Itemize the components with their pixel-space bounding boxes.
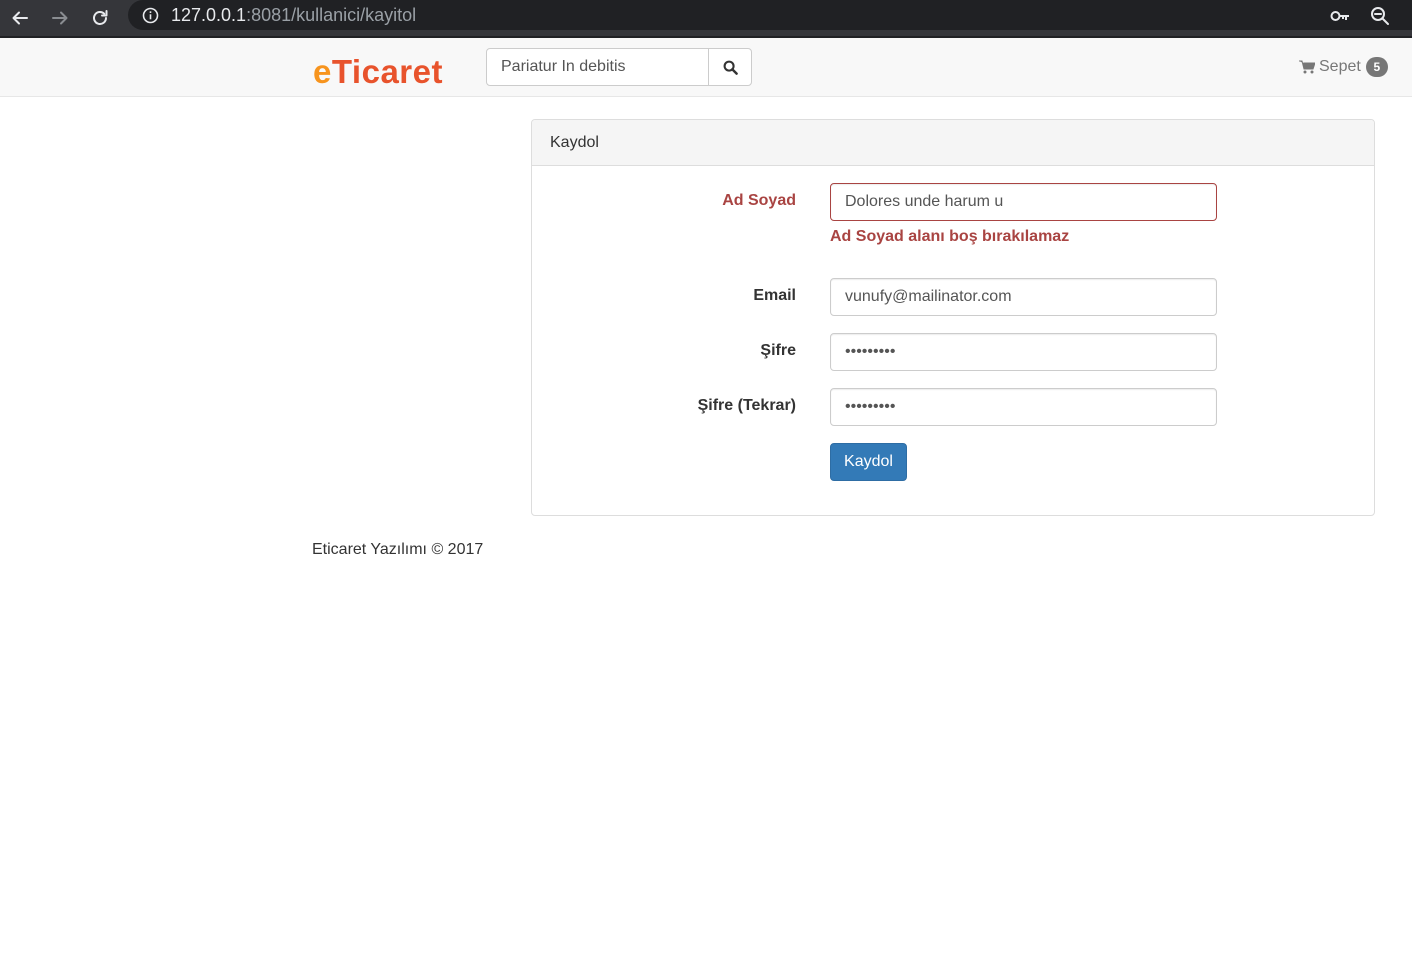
cart-icon	[1299, 60, 1315, 74]
password-field[interactable]: •••••••••	[830, 333, 1217, 371]
reload-icon[interactable]	[87, 5, 113, 31]
browser-toolbar: 127.0.0.1:8081/kullanici/kayitol	[0, 0, 1412, 38]
email-label: Email	[753, 287, 796, 304]
brand-logo[interactable]: eTicaret	[313, 52, 443, 92]
panel-title: Kaydol	[532, 120, 1374, 166]
email-field[interactable]: vunufy@mailinator.com	[830, 278, 1217, 316]
cart-label: Sepet	[1319, 58, 1361, 75]
info-icon[interactable]	[142, 7, 159, 24]
cart-link[interactable]: Sepet 5	[1299, 56, 1388, 78]
back-icon[interactable]	[7, 5, 33, 31]
footer-text: Eticaret Yazılımı © 2017	[312, 541, 484, 558]
forward-icon[interactable]	[47, 5, 73, 31]
url-text: 127.0.0.1:8081/kullanici/kayitol	[171, 5, 417, 25]
address-bar[interactable]: 127.0.0.1:8081/kullanici/kayitol	[128, 0, 1412, 30]
zoom-icon[interactable]	[1369, 5, 1391, 27]
search-button[interactable]	[708, 48, 752, 86]
register-panel: Kaydol Ad Soyad Dolores unde harum u Ad …	[531, 119, 1375, 516]
search-input[interactable]: Pariatur In debitis	[486, 48, 709, 86]
name-field[interactable]: Dolores unde harum u	[830, 183, 1217, 221]
password-label: Şifre	[760, 342, 796, 359]
key-icon[interactable]	[1329, 5, 1351, 27]
site-navbar: eTicaret Pariatur In debitis Sepet 5	[0, 38, 1412, 97]
cart-count-badge: 5	[1365, 57, 1388, 77]
password-repeat-label: Şifre (Tekrar)	[697, 397, 796, 414]
search-icon	[723, 60, 738, 75]
submit-button[interactable]: Kaydol	[830, 443, 907, 481]
password-repeat-field[interactable]: •••••••••	[830, 388, 1217, 426]
name-label: Ad Soyad	[722, 192, 796, 209]
name-error-message: Ad Soyad alanı boş bırakılamaz	[830, 228, 1070, 245]
